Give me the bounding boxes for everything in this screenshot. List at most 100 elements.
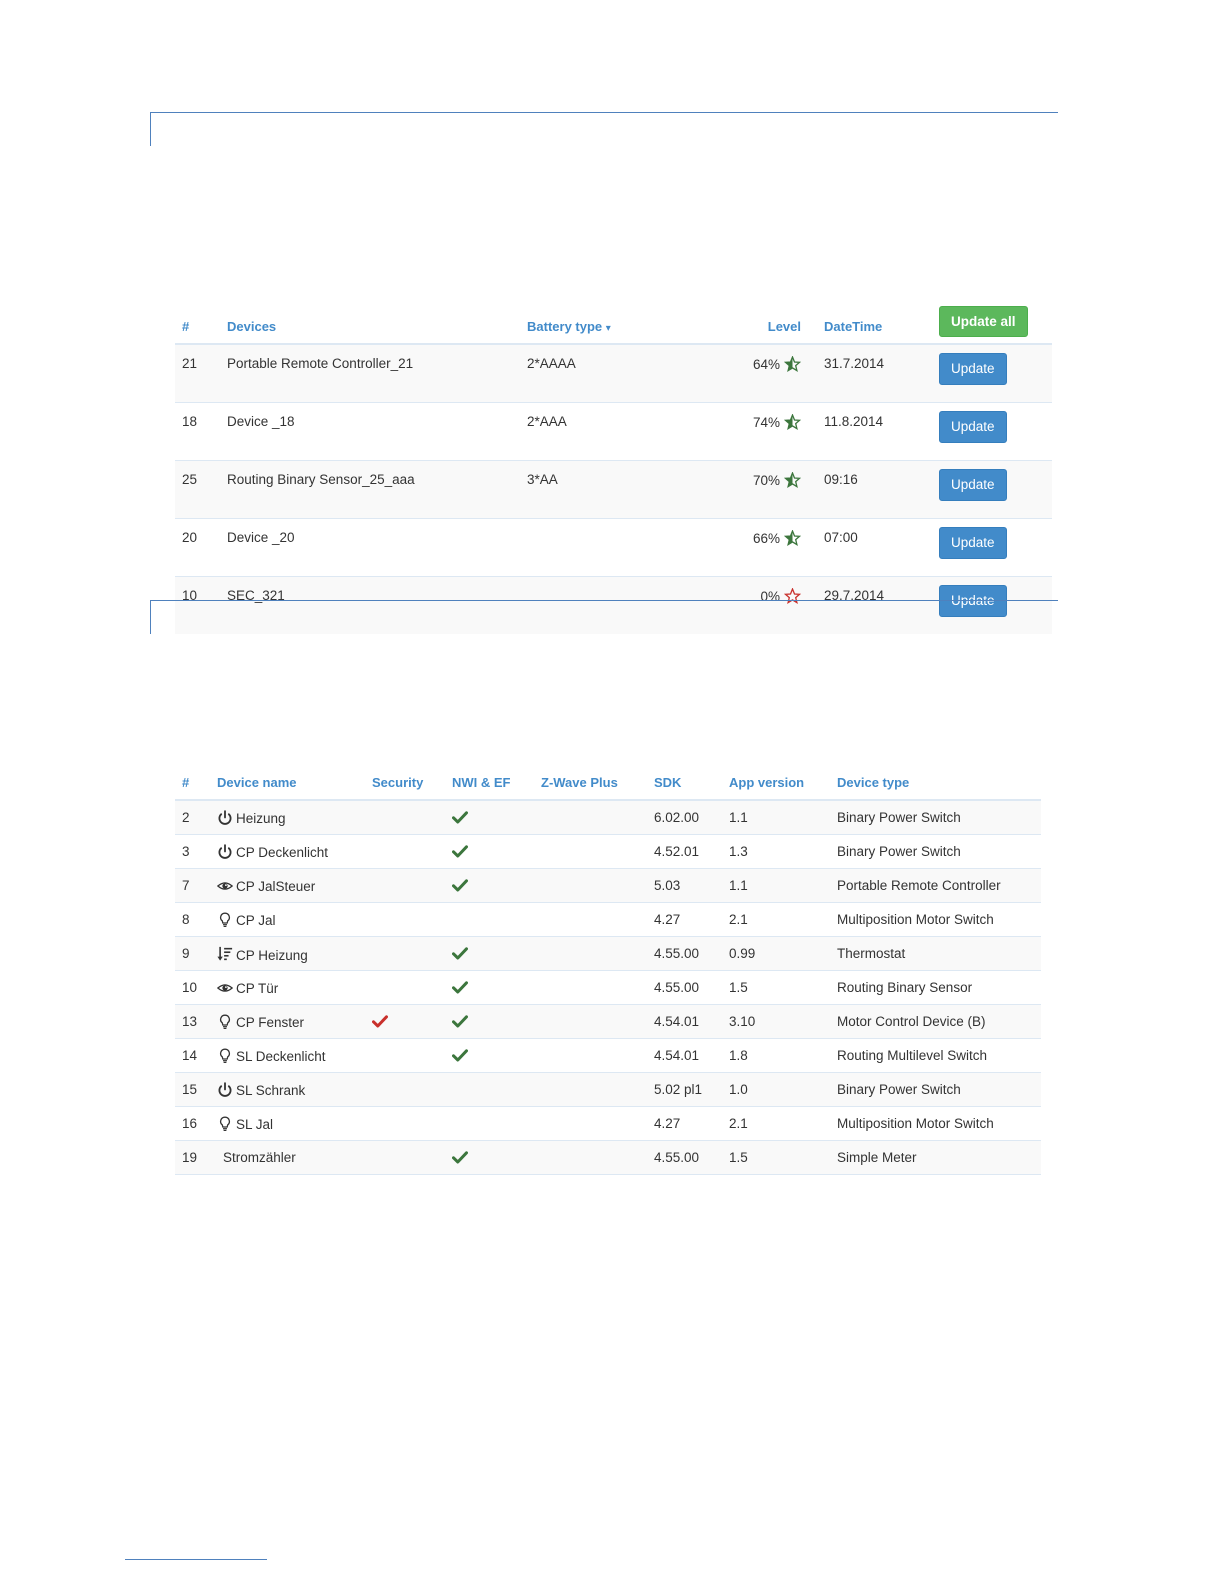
col-header-security[interactable]: Security [365, 752, 445, 801]
device-name: CP Fenster [236, 1014, 305, 1030]
row-num: 8 [175, 902, 210, 937]
power-icon [218, 1081, 232, 1097]
device-type: Binary Power Switch [830, 1072, 1041, 1107]
security-cell [365, 868, 445, 903]
security-cell [365, 800, 445, 835]
battery-table-header: # Devices Battery type ▾ Level DateTime … [175, 290, 1052, 345]
sdk-version: 4.55.00 [647, 1140, 722, 1175]
security-cell [365, 1140, 445, 1175]
update-button[interactable]: Update [939, 469, 1007, 501]
battery-level-text: 64% [752, 357, 780, 372]
device-name: SL Deckenlicht [236, 1048, 326, 1064]
security-cell [365, 1038, 445, 1073]
col-header-sdk[interactable]: SDK [647, 752, 722, 801]
app-version: 1.3 [722, 834, 830, 869]
device-type: Binary Power Switch [830, 800, 1041, 835]
row-num: 13 [175, 1004, 210, 1039]
row-num: 25 [175, 460, 220, 519]
col-header-datetime[interactable]: DateTime [817, 290, 932, 345]
device-row: 10 CP Tür 4.55.00 1.5 Routing Binary Sensor [175, 970, 1041, 1005]
col-header-device-name[interactable]: Device name [210, 752, 365, 801]
device-name: CP Jal [236, 912, 276, 928]
sdk-version: 4.54.01 [647, 1004, 722, 1039]
col-header-app-version[interactable]: App version [722, 752, 830, 801]
device-name-cell: SL Schrank [210, 1072, 365, 1107]
sdk-version: 5.03 [647, 868, 722, 903]
nwi-check-icon [452, 947, 468, 960]
device-name: Heizung [236, 810, 286, 826]
nwi-ef-cell [445, 868, 534, 903]
device-name-cell: SL Jal [210, 1106, 365, 1141]
app-version: 1.1 [722, 868, 830, 903]
device-row: 19 Stromzähler 4.55.00 1.5 Simple Meter [175, 1140, 1041, 1175]
battery-action: Update [932, 518, 1052, 577]
security-cell [365, 1106, 445, 1141]
col-header-nwi-ef[interactable]: NWI & EF [445, 752, 534, 801]
device-name-cell: Stromzähler [210, 1140, 365, 1175]
app-version: 1.8 [722, 1038, 830, 1073]
zwave-plus-cell [534, 1106, 647, 1141]
zwave-plus-cell [534, 1004, 647, 1039]
device-row: 13 CP Fenster 4.54.01 3.10 Motor Control Dev… [175, 1004, 1041, 1039]
battery-action: Update [932, 460, 1052, 519]
zwave-plus-cell [534, 834, 647, 869]
security-cell [365, 970, 445, 1005]
row-num: 3 [175, 834, 210, 869]
device-type: Motor Control Device (B) [830, 1004, 1041, 1039]
star-half-icon [784, 472, 801, 488]
device-row: 14 SL Deckenlicht 4.54.01 1.8 Routing Multil… [175, 1038, 1041, 1073]
nwi-ef-cell [445, 1140, 534, 1175]
eye-icon [217, 881, 233, 890]
nwi-check-icon [452, 1151, 468, 1164]
nwi-check-icon [452, 811, 468, 824]
device-type: Portable Remote Controller [830, 868, 1041, 903]
nwi-check-icon [452, 1049, 468, 1062]
col-header-devices[interactable]: Devices [220, 290, 520, 345]
device-type: Routing Multilevel Switch [830, 1038, 1041, 1073]
update-button[interactable]: Update [939, 527, 1007, 559]
sdk-version: 4.27 [647, 902, 722, 937]
row-num: 21 [175, 343, 220, 403]
nwi-ef-cell [445, 902, 534, 937]
col-header-num: # [175, 752, 210, 801]
device-row: 8 CP Jal 4.27 2.1 Multiposition Motor Switch [175, 902, 1041, 937]
device-table: # Device name Security NWI & EF Z-Wave P… [175, 752, 1041, 1175]
zwave-plus-cell [534, 970, 647, 1005]
nwi-ef-cell [445, 1038, 534, 1073]
app-version: 2.1 [722, 902, 830, 937]
section-divider-top [150, 112, 1058, 146]
device-name: SL Jal [236, 1116, 274, 1132]
row-num: 2 [175, 800, 210, 835]
battery-action: Update [932, 402, 1052, 461]
device-row: 2 Heizung 6.02.00 1.1 Binary Power Switch [175, 800, 1041, 835]
device-name-cell: CP Fenster [210, 1004, 365, 1039]
nwi-ef-cell [445, 1106, 534, 1141]
battery-datetime: 31.7.2014 [817, 343, 932, 403]
nwi-check-icon [452, 845, 468, 858]
star-half-icon [784, 356, 801, 372]
col-header-battery-type[interactable]: Battery type ▾ [520, 290, 707, 345]
device-name: CP JalSteuer [236, 878, 316, 894]
zwave-plus-cell [534, 800, 647, 835]
col-header-level[interactable]: Level [707, 290, 817, 345]
device-name: Portable Remote Controller_21 [220, 343, 520, 403]
col-header-zwave-plus[interactable]: Z-Wave Plus [534, 752, 647, 801]
lightbulb-icon [220, 1048, 230, 1063]
star-half-icon [784, 530, 801, 546]
update-button[interactable]: Update [939, 411, 1007, 443]
security-check-icon [372, 1015, 388, 1028]
col-header-device-type[interactable]: Device type [830, 752, 1041, 801]
security-cell [365, 936, 445, 971]
device-name-cell: CP Deckenlicht [210, 834, 365, 869]
row-num: 9 [175, 936, 210, 971]
update-all-button[interactable]: Update all [939, 305, 1028, 337]
update-button[interactable]: Update [939, 353, 1007, 385]
zwave-plus-cell [534, 1140, 647, 1175]
battery-type: 2*AAA [520, 402, 707, 461]
device-type: Binary Power Switch [830, 834, 1041, 869]
zwave-plus-cell [534, 902, 647, 937]
star-half-icon [784, 414, 801, 430]
device-name: Routing Binary Sensor_25_aaa [220, 460, 520, 519]
zwave-plus-cell [534, 1072, 647, 1107]
device-name-cell: CP JalSteuer [210, 868, 365, 903]
